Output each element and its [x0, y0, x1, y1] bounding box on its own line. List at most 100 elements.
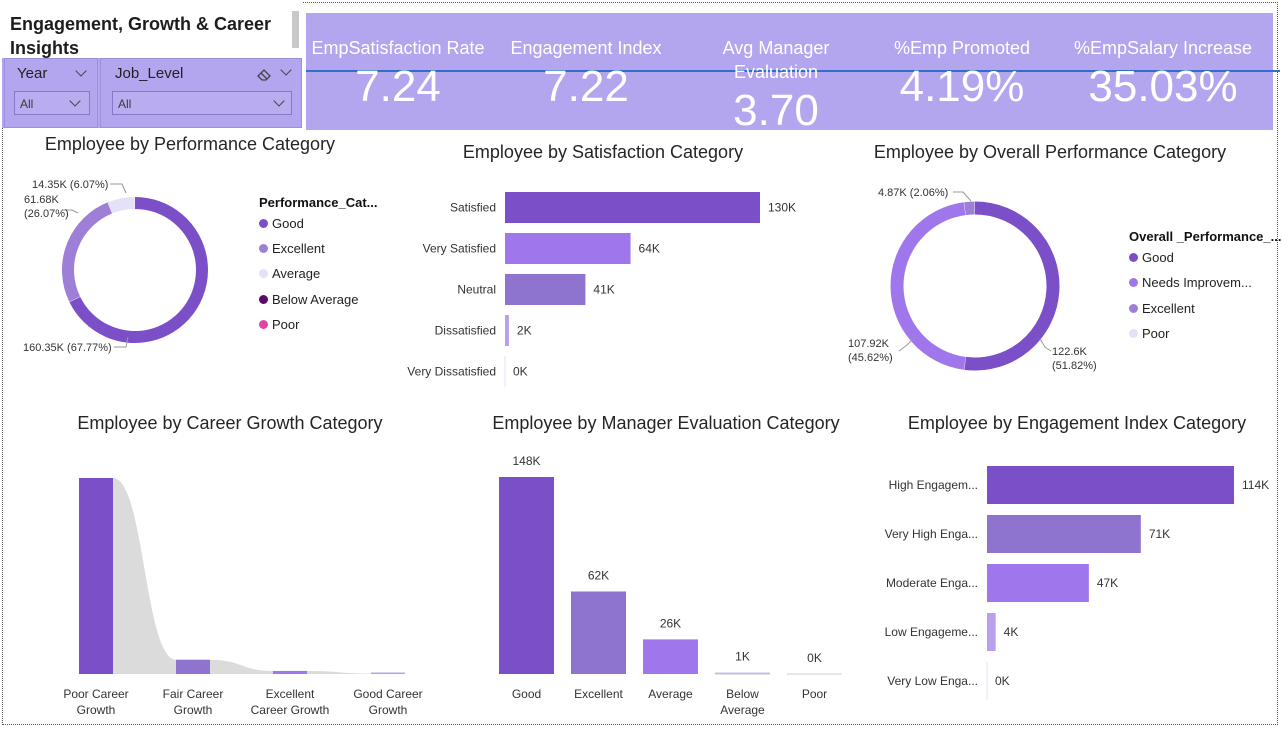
- chart-title-overall-performance: Employee by Overall Performance Category: [873, 142, 1227, 162]
- chevron-down-icon: [69, 95, 81, 107]
- bar[interactable]: [987, 613, 996, 651]
- donut-slice[interactable]: [62, 202, 113, 302]
- category-label: Below: [726, 687, 759, 701]
- slicer-job-level-value: All: [118, 97, 132, 111]
- slicer-year-label: Year: [17, 65, 48, 82]
- kpi-card-promoted: %Emp Promoted 4.19%: [870, 36, 1054, 112]
- legend-label: Average: [272, 266, 321, 281]
- category-label: Poor Career: [63, 687, 128, 701]
- donut-chart-performance[interactable]: 14.35K (6.07%) 61.68K (26.07%) 160.35K (67.…: [0, 165, 255, 365]
- slicer-job-level-dropdown[interactable]: All: [112, 91, 292, 115]
- legend-item-excellent[interactable]: Excellent: [259, 241, 325, 256]
- ribbon-flow[interactable]: [210, 659, 273, 674]
- category-label: Excellent: [266, 687, 315, 701]
- bar[interactable]: [987, 515, 1141, 553]
- chevron-down-icon[interactable]: [75, 65, 87, 77]
- legend-item-average[interactable]: Average: [259, 266, 320, 281]
- kpi-label: Avg Manager Evaluation: [722, 38, 830, 82]
- category-label: Growth: [77, 703, 116, 717]
- category-label: Very Satisfied: [423, 242, 496, 256]
- legend-item-poor[interactable]: Poor: [1129, 326, 1169, 341]
- column[interactable]: [571, 591, 626, 674]
- slicer-job-level-label: Job_Level: [115, 65, 184, 82]
- kpi-card-satisfaction: EmpSatisfaction Rate 7.24: [306, 36, 490, 112]
- bar[interactable]: [505, 192, 760, 223]
- ribbon-flow[interactable]: [113, 478, 176, 674]
- category-label: Low Engageme...: [885, 625, 978, 639]
- bar[interactable]: [505, 315, 509, 346]
- leader-line: [1039, 338, 1052, 352]
- column[interactable]: [176, 659, 210, 674]
- data-label: (45.62%): [848, 352, 893, 364]
- chevron-down-icon[interactable]: [280, 64, 292, 76]
- data-label: 130K: [768, 201, 796, 215]
- data-label: 47K: [1097, 576, 1118, 590]
- legend-dot: [1129, 304, 1138, 313]
- category-label: Very Dissatisfied: [407, 365, 496, 379]
- category-label: Career Growth: [251, 703, 330, 717]
- legend-item-excellent[interactable]: Excellent: [1129, 301, 1195, 316]
- kpi-card-engagement: Engagement Index 7.22: [494, 36, 678, 112]
- legend-label: Poor: [272, 317, 300, 332]
- leader-line: [953, 191, 972, 202]
- category-label: Excellent: [574, 687, 623, 701]
- legend-item-poor[interactable]: Poor: [259, 317, 299, 332]
- kpi-label: %EmpSalary Increase: [1073, 38, 1253, 58]
- data-label: 61.68K: [24, 194, 60, 206]
- data-label: (26.07%): [24, 208, 69, 220]
- slicer-job-level[interactable]: Job_Level All: [100, 58, 302, 128]
- chart-title-manager-eval: Employee by Manager Evaluation Category: [492, 413, 840, 433]
- data-label: 41K: [593, 283, 614, 297]
- data-label: 4K: [1004, 625, 1019, 639]
- category-label: Growth: [369, 703, 408, 717]
- slicer-year-dropdown[interactable]: All: [14, 91, 90, 115]
- donut-slice[interactable]: [107, 197, 135, 214]
- kpi-value: 35.03%: [1088, 62, 1238, 111]
- category-label: Very High Enga...: [885, 527, 978, 541]
- category-label: Growth: [174, 703, 213, 717]
- data-label: 107.92K: [848, 338, 890, 350]
- column[interactable]: [273, 670, 307, 674]
- category-label: Dissatisfied: [435, 324, 496, 338]
- legend-item-below-average[interactable]: Below Average: [259, 292, 359, 307]
- data-label: 71K: [1149, 527, 1170, 541]
- chart-title-career-growth: Employee by Career Growth Category: [77, 413, 383, 433]
- data-label: 1K: [735, 650, 750, 664]
- kpi-card-manager-eval: Avg Manager Evaluation 3.70: [706, 36, 846, 135]
- report-title: Engagement, Growth & Career Insights: [10, 14, 272, 58]
- column[interactable]: [371, 672, 405, 675]
- column-chart-manager-eval[interactable]: 148K Good 62K Excellent 26K Average 1K Below Ave…: [480, 445, 860, 722]
- legend-label: Excellent: [272, 241, 325, 256]
- category-label: Average: [720, 703, 765, 717]
- legend-dot: [1129, 253, 1138, 262]
- kpi-value: 7.24: [355, 62, 441, 111]
- bar[interactable]: [505, 274, 586, 305]
- donut-slice[interactable]: [964, 201, 1060, 371]
- legend-item-needs-improvement[interactable]: Needs Improvem...: [1129, 275, 1252, 290]
- column[interactable]: [79, 478, 113, 674]
- data-label: 114K: [1242, 478, 1269, 492]
- donut-slice[interactable]: [964, 201, 975, 216]
- chart-title-satisfaction: Employee by Satisfaction Category: [462, 142, 744, 162]
- legend-item-good[interactable]: Good: [1129, 250, 1174, 265]
- bar-chart-satisfaction[interactable]: Satisfied 130K Very Satisfied 64K Neutral 41K…: [400, 180, 830, 390]
- slicer-year[interactable]: Year All: [4, 58, 98, 128]
- column[interactable]: [643, 639, 698, 674]
- leader-line: [110, 183, 127, 194]
- donut-chart-overall-performance[interactable]: 4.87K (2.06%) 107.92K (45.62%) 122.6K (51.82…: [835, 175, 1125, 385]
- bar[interactable]: [987, 564, 1089, 602]
- legend-label: Good: [272, 216, 304, 231]
- eraser-icon[interactable]: [255, 67, 273, 81]
- kpi-label: Engagement Index: [510, 38, 662, 58]
- ribbon-chart-career-growth[interactable]: Poor Career Growth Fair Career Growth Excell…: [40, 460, 425, 722]
- donut-slice[interactable]: [890, 202, 966, 370]
- bar-chart-engagement-index[interactable]: High Engagem... 114K Very High Enga... 71K M…: [870, 455, 1275, 705]
- category-label: Good: [512, 687, 541, 701]
- title-scrollbar[interactable]: [292, 11, 299, 48]
- legend-label: Below Average: [272, 292, 359, 307]
- ribbon-flow[interactable]: [307, 670, 371, 674]
- legend-item-good[interactable]: Good: [259, 216, 304, 231]
- bar[interactable]: [987, 466, 1234, 504]
- column[interactable]: [499, 477, 554, 674]
- bar[interactable]: [505, 233, 631, 264]
